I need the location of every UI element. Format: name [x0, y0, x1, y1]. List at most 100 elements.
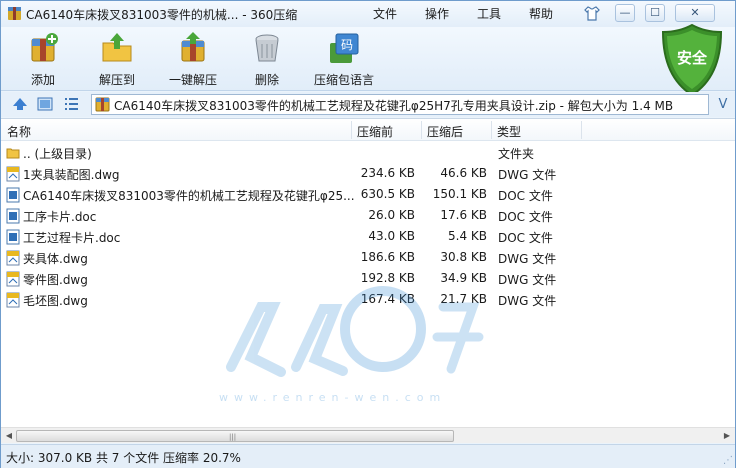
up-arrow-icon[interactable] [12, 96, 28, 112]
file-size-after: 150.1 KB [432, 187, 487, 201]
large-icons-view-icon[interactable] [37, 96, 53, 112]
delete-button[interactable]: 删除 [239, 27, 295, 91]
list-item[interactable]: 毛坯图.dwg 167.4 KB 21.7 KB DWG 文件 [1, 289, 735, 310]
header-name[interactable]: 名称 [7, 123, 31, 140]
address-bar[interactable]: CA6140车床拨叉831003零件的机械工艺规程及花键孔φ25H7孔专用夹具设… [91, 94, 709, 115]
file-size-before: 192.8 KB [360, 271, 415, 285]
scroll-right-arrow-icon[interactable]: ▶ [720, 430, 734, 442]
list-item[interactable]: CA6140车床拨叉831003零件的机械工艺规程及花键孔φ25... 630.5… [1, 184, 735, 205]
add-button[interactable]: 添加 [15, 27, 71, 91]
doc-file-icon [6, 229, 20, 245]
archive-language-label: 压缩包语言 [313, 73, 374, 87]
one-click-extract-button[interactable]: 一键解压 [161, 27, 225, 91]
file-type: DOC 文件 [498, 210, 553, 224]
status-text: 大小: 307.0 KB 共 7 个文件 压缩率 20.7% [6, 451, 241, 465]
file-name: CA6140车床拨叉831003零件的机械工艺规程及花键孔φ25... [23, 189, 355, 203]
file-type: DOC 文件 [498, 231, 553, 245]
maximize-button[interactable]: ☐ [645, 4, 665, 22]
one-click-extract-icon [181, 32, 205, 62]
skin-shirt-icon[interactable] [583, 5, 601, 22]
menu-tools[interactable]: 工具 [477, 5, 501, 22]
archive-app-icon [8, 7, 21, 20]
file-name: .. (上级目录) [23, 147, 92, 161]
dwg-file-icon [6, 271, 20, 287]
toolbar: 添加 解压到 一键解压 删除 码 压缩包语言 [1, 27, 735, 91]
delete-label: 删除 [254, 73, 279, 87]
address-row: CA6140车床拨叉831003零件的机械工艺规程及花键孔φ25H7孔专用夹具设… [1, 92, 735, 117]
list-view-icon[interactable] [63, 96, 79, 112]
file-list: 名称 压缩前 压缩后 类型 .. (上级目录) 文件夹 1夹具装配图.dwg 234.… [1, 118, 735, 427]
header-divider[interactable] [491, 121, 492, 139]
file-size-before: 167.4 KB [360, 292, 415, 306]
resize-grip-icon[interactable]: ⋰ [723, 455, 733, 466]
scroll-grip-icon: ||| [229, 433, 237, 441]
add-archive-icon [31, 33, 58, 62]
archive-language-icon: 码 [330, 33, 359, 63]
file-type: 文件夹 [498, 147, 535, 161]
trash-icon [255, 34, 279, 62]
file-size-before: 234.6 KB [360, 166, 415, 180]
file-name: 工艺过程卡片.doc [23, 231, 121, 245]
file-size-after: 46.6 KB [440, 166, 487, 180]
close-button[interactable]: ✕ [675, 4, 715, 22]
doc-file-icon [6, 187, 20, 203]
file-type: DWG 文件 [498, 252, 557, 266]
file-size-after: 17.6 KB [440, 208, 487, 222]
file-size-before: 630.5 KB [360, 187, 415, 201]
header-size-before[interactable]: 压缩前 [357, 123, 393, 140]
one-click-extract-label: 一键解压 [168, 73, 217, 87]
extract-to-icon [102, 33, 132, 62]
menu-file[interactable]: 文件 [373, 5, 397, 22]
list-item[interactable]: 夹具体.dwg 186.6 KB 30.8 KB DWG 文件 [1, 247, 735, 268]
list-item[interactable]: 零件图.dwg 192.8 KB 34.9 KB DWG 文件 [1, 268, 735, 289]
folder-icon [6, 145, 20, 161]
file-size-before: 186.6 KB [360, 250, 415, 264]
file-type: DWG 文件 [498, 273, 557, 287]
window-title: CA6140车床拨叉831003零件的机械... - 360压缩 [26, 8, 298, 22]
file-type: DOC 文件 [498, 189, 553, 203]
header-divider[interactable] [421, 121, 422, 139]
main-window: CA6140车床拨叉831003零件的机械... - 360压缩 文件 操作 工… [0, 0, 736, 468]
file-type: DWG 文件 [498, 294, 557, 308]
file-name: 零件图.dwg [23, 273, 88, 287]
zip-file-icon [95, 97, 110, 112]
header-size-after[interactable]: 压缩后 [427, 123, 463, 140]
security-shield-button[interactable]: 安全 [661, 23, 723, 97]
horizontal-scrollbar[interactable]: ◀ ||| ▶ [1, 427, 735, 443]
file-name: 工序卡片.doc [23, 210, 97, 224]
address-dropdown-button[interactable]: V [714, 95, 732, 114]
dwg-file-icon [6, 166, 20, 182]
security-label: 安全 [676, 49, 707, 67]
title-bar: CA6140车床拨叉831003零件的机械... - 360压缩 文件 操作 工… [1, 1, 735, 27]
header-divider[interactable] [581, 121, 582, 139]
file-size-after: 21.7 KB [440, 292, 487, 306]
dwg-file-icon [6, 292, 20, 308]
list-item[interactable]: 工序卡片.doc 26.0 KB 17.6 KB DOC 文件 [1, 205, 735, 226]
file-name: 1夹具装配图.dwg [23, 168, 120, 182]
archive-language-button[interactable]: 码 压缩包语言 [307, 27, 381, 91]
file-size-before: 26.0 KB [368, 208, 415, 222]
watermark-text: www.renren-wen.com [219, 391, 446, 404]
file-name: 毛坯图.dwg [23, 294, 88, 308]
menu-operation[interactable]: 操作 [425, 5, 449, 22]
address-text: CA6140车床拨叉831003零件的机械工艺规程及花键孔φ25H7孔专用夹具设… [114, 99, 674, 113]
list-header: 名称 压缩前 压缩后 类型 [1, 119, 735, 141]
scroll-left-arrow-icon[interactable]: ◀ [2, 430, 16, 442]
scroll-thumb[interactable]: ||| [16, 430, 454, 442]
dwg-file-icon [6, 250, 20, 266]
header-type[interactable]: 类型 [497, 123, 521, 140]
header-divider[interactable] [351, 121, 352, 139]
language-glyph: 码 [341, 38, 353, 52]
extract-to-label: 解压到 [98, 73, 135, 87]
menu-help[interactable]: 帮助 [529, 5, 553, 22]
add-label: 添加 [30, 73, 55, 87]
list-item[interactable]: 工艺过程卡片.doc 43.0 KB 5.4 KB DOC 文件 [1, 226, 735, 247]
doc-file-icon [6, 208, 20, 224]
extract-to-button[interactable]: 解压到 [89, 27, 145, 91]
file-type: DWG 文件 [498, 168, 557, 182]
list-item[interactable]: 1夹具装配图.dwg 234.6 KB 46.6 KB DWG 文件 [1, 163, 735, 184]
file-name: 夹具体.dwg [23, 252, 88, 266]
file-size-after: 5.4 KB [448, 229, 487, 243]
minimize-button[interactable]: — [615, 4, 635, 22]
list-item[interactable]: .. (上级目录) 文件夹 [1, 142, 735, 163]
